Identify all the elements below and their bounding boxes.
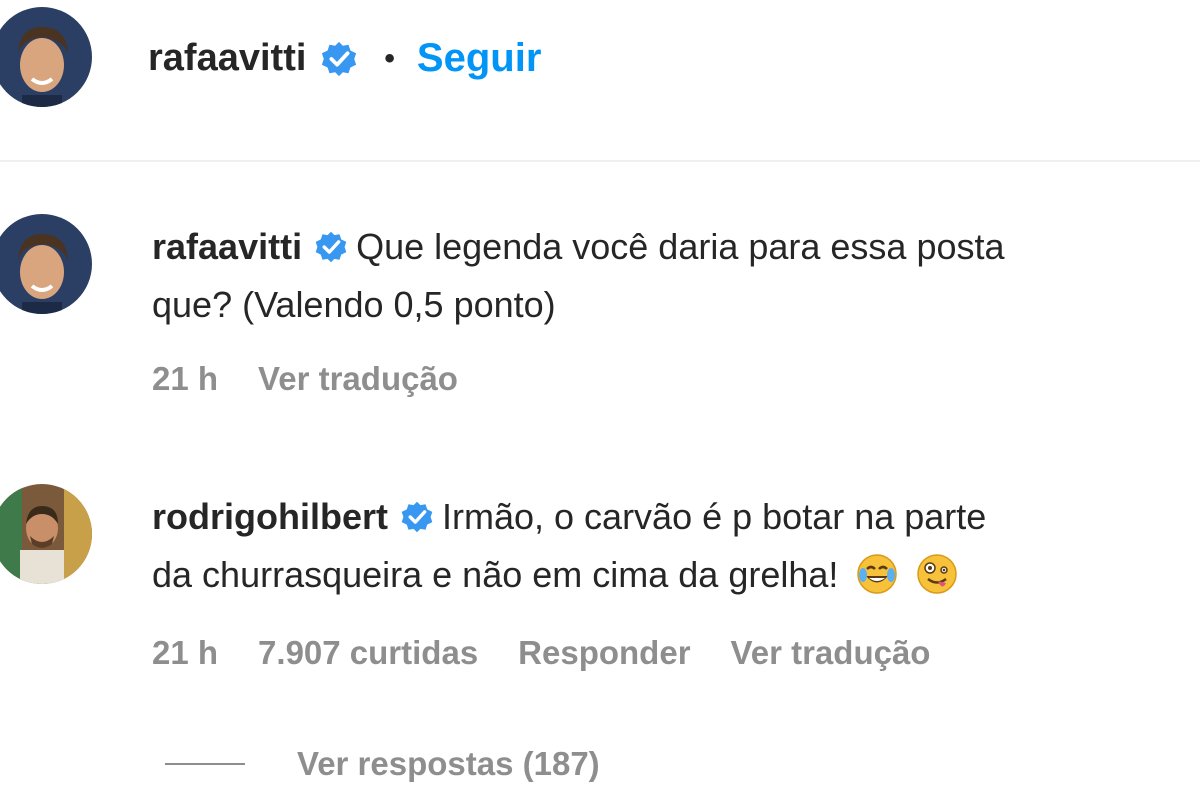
comment-text: rodrigohilbert Irmão, o carvão é p botar…: [152, 488, 1200, 604]
translate-link[interactable]: Ver tradução: [258, 360, 458, 398]
likes-count[interactable]: 7.907 curtidas: [258, 634, 478, 672]
comment-meta: 21 h 7.907 curtidas Responder Ver traduç…: [152, 634, 970, 672]
header-user-row: rafaavitti • Seguir: [148, 36, 541, 81]
translate-link[interactable]: Ver tradução: [731, 634, 931, 672]
follow-button[interactable]: Seguir: [417, 36, 541, 81]
username[interactable]: rafaavitti: [148, 37, 306, 80]
comment-username[interactable]: rodrigohilbert: [152, 496, 388, 537]
comment-text: rafaavitti Que legenda você daria para e…: [152, 218, 1200, 334]
post-header: rafaavitti • Seguir: [0, 0, 1200, 160]
comment-line: rafaavitti Que legenda você daria para e…: [152, 218, 1200, 276]
view-replies-label[interactable]: Ver respostas (187): [297, 745, 600, 783]
comment-time: 21 h: [152, 634, 219, 671]
avatar[interactable]: [0, 484, 92, 584]
divider: [0, 160, 1200, 162]
reply-button[interactable]: Responder: [518, 634, 690, 672]
comment-line-2: da churrasqueira e não em cima da grelha…: [152, 546, 1200, 604]
comment-text-line1: Irmão, o carvão é p botar na parte: [442, 496, 987, 537]
avatar[interactable]: [0, 7, 92, 107]
view-replies-button[interactable]: Ver respostas (187): [165, 745, 600, 783]
avatar[interactable]: [0, 214, 92, 314]
comment-text-line1: Que legenda você daria para essa posta: [356, 226, 1005, 267]
tears-of-joy-emoji-icon: [857, 554, 898, 594]
verified-badge-icon: [315, 231, 347, 263]
separator-dot: •: [384, 41, 395, 75]
comment-text-line2: que? (Valendo 0,5 ponto): [152, 284, 556, 325]
comment-time: 21 h: [152, 360, 219, 397]
instagram-post-comments: rafaavitti • Seguir rafaavitti Que legen…: [0, 0, 1200, 800]
verified-badge-icon: [401, 501, 433, 533]
verified-badge-icon: [322, 41, 357, 76]
replies-line: [165, 763, 245, 765]
zany-face-emoji-icon: [917, 554, 958, 594]
comment-text-line2: da churrasqueira e não em cima da grelha…: [152, 554, 839, 595]
comment-username[interactable]: rafaavitti: [152, 226, 302, 267]
comment-line: rodrigohilbert Irmão, o carvão é p botar…: [152, 488, 1200, 546]
comment-meta: 21 h Ver tradução: [152, 360, 498, 398]
